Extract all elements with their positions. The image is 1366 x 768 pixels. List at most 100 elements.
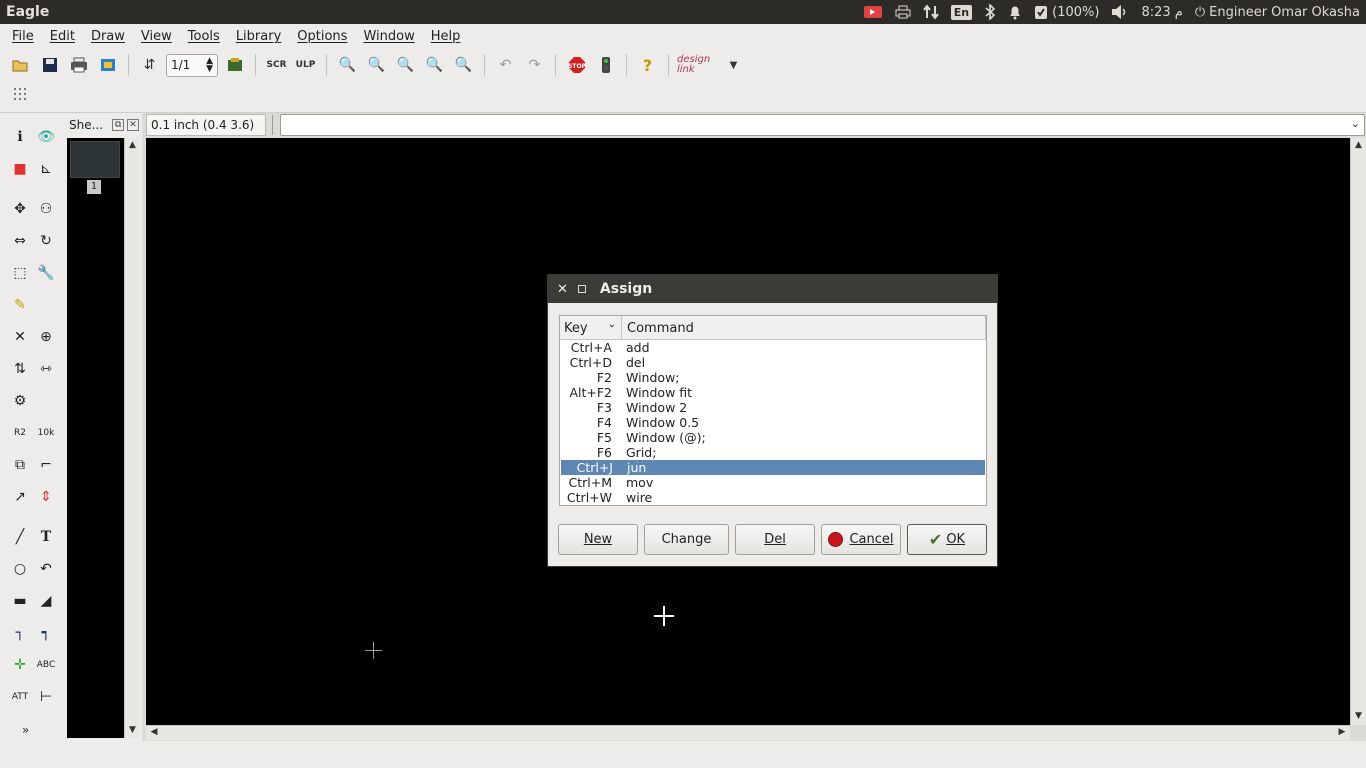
palette-expand-icon[interactable]: » bbox=[22, 723, 29, 737]
display-layers-icon[interactable]: ■ bbox=[8, 157, 32, 181]
junction-icon[interactable]: ✛ bbox=[8, 653, 32, 677]
split-icon[interactable]: ↗ bbox=[8, 485, 32, 509]
scroll-down-icon[interactable]: ▼ bbox=[1351, 711, 1366, 721]
zoom-redraw-icon[interactable]: 🔍 bbox=[422, 53, 447, 78]
network-icon[interactable] bbox=[922, 4, 939, 20]
maximize-icon[interactable] bbox=[577, 285, 586, 293]
change-icon[interactable]: 🔧 bbox=[34, 261, 58, 285]
scroll-up-icon[interactable]: ▲ bbox=[1351, 140, 1366, 150]
sheets-scrollbar[interactable]: ▲ ▼ bbox=[124, 138, 139, 738]
mirror-icon[interactable]: ⇔ bbox=[8, 229, 32, 253]
copy-icon[interactable]: ⚇ bbox=[34, 197, 58, 221]
polygon-icon[interactable]: ◢ bbox=[34, 589, 58, 613]
replace-icon[interactable]: ⇿ bbox=[34, 357, 58, 381]
zoom-out-icon[interactable]: 🔍 bbox=[393, 53, 418, 78]
page-up-down-icon[interactable]: ⇵ bbox=[137, 53, 162, 78]
command-line-input[interactable]: ⌄ bbox=[280, 114, 1365, 136]
zoom-fit-icon[interactable]: 🔍 bbox=[335, 53, 360, 78]
table-row[interactable]: Alt+F2 Window fit bbox=[560, 385, 986, 400]
bus-icon[interactable]: ┐ bbox=[8, 621, 32, 645]
spin-arrows-icon[interactable]: ▲ ▼ bbox=[206, 57, 213, 74]
chevron-down-icon[interactable]: ⌄ bbox=[1351, 117, 1360, 130]
add-icon[interactable]: ⊕ bbox=[34, 325, 58, 349]
go-icon[interactable] bbox=[593, 53, 618, 78]
notification-bell-icon[interactable] bbox=[1008, 4, 1022, 20]
move-icon[interactable]: ✥ bbox=[8, 197, 32, 221]
print-icon[interactable] bbox=[66, 53, 91, 78]
menu-edit[interactable]: Edit bbox=[44, 29, 81, 44]
close-icon[interactable]: ✕ bbox=[557, 282, 568, 297]
menu-file[interactable]: File bbox=[6, 29, 40, 44]
table-row[interactable]: Ctrl+D del bbox=[560, 355, 986, 370]
table-row[interactable]: F6 Grid; bbox=[560, 445, 986, 460]
scroll-right-icon[interactable]: ▶ bbox=[1336, 727, 1348, 737]
rotate-icon[interactable]: ↻ bbox=[34, 229, 58, 253]
ulp-icon[interactable]: ULP bbox=[293, 53, 318, 78]
del-button[interactable]: Del bbox=[735, 524, 815, 555]
name-icon[interactable]: R2 bbox=[8, 421, 32, 445]
menu-options[interactable]: Options bbox=[291, 29, 353, 44]
screen-recorder-icon[interactable] bbox=[863, 5, 883, 19]
keyboard-language[interactable]: En bbox=[950, 4, 973, 20]
session-menu[interactable]: ⏻ Engineer Omar Okasha bbox=[1195, 5, 1360, 20]
text-icon[interactable]: T bbox=[34, 525, 58, 549]
dropdown-arrow-icon[interactable]: ▼ bbox=[721, 53, 746, 78]
smash-icon[interactable]: ⧉ bbox=[8, 453, 32, 477]
printer-icon[interactable] bbox=[895, 5, 911, 19]
clock[interactable]: 8:23 م bbox=[1141, 5, 1182, 20]
volume-icon[interactable] bbox=[1111, 4, 1129, 20]
attribute-icon[interactable]: ATT bbox=[8, 685, 32, 709]
invoke-icon[interactable]: ⇕ bbox=[34, 485, 58, 509]
undo-icon[interactable]: ↶ bbox=[493, 53, 518, 78]
help-icon[interactable]: ? bbox=[635, 53, 660, 78]
delete-icon[interactable]: ✕ bbox=[8, 325, 32, 349]
design-link-logo[interactable]: design link bbox=[677, 55, 717, 75]
column-header-key[interactable]: Key ⌄ bbox=[560, 316, 622, 339]
group-icon[interactable]: ⬚ bbox=[8, 261, 32, 285]
table-row[interactable]: F2 Window; bbox=[560, 370, 986, 385]
table-row[interactable]: Ctrl+A add bbox=[560, 340, 986, 355]
table-row[interactable]: Ctrl+M mov bbox=[560, 475, 986, 490]
sheet-thumbnail[interactable] bbox=[70, 141, 120, 178]
net-icon[interactable]: ┑ bbox=[34, 621, 58, 645]
save-icon[interactable] bbox=[37, 53, 62, 78]
menu-help[interactable]: Help bbox=[425, 29, 467, 44]
mark-icon[interactable]: ⊾ bbox=[34, 157, 58, 181]
show-icon[interactable]: 👁 bbox=[34, 125, 58, 149]
table-row[interactable]: Ctrl+J jun bbox=[561, 460, 985, 475]
scroll-up-icon[interactable]: ▲ bbox=[125, 140, 140, 150]
pinswap-icon[interactable]: ⇅ bbox=[8, 357, 32, 381]
table-row[interactable]: F3 Window 2 bbox=[560, 400, 986, 415]
value-icon[interactable]: 10k bbox=[34, 421, 58, 445]
battery-icon[interactable]: (100%) bbox=[1034, 4, 1099, 20]
table-row[interactable]: Ctrl+W wire bbox=[560, 490, 986, 505]
zoom-in-icon[interactable]: 🔍 bbox=[364, 53, 389, 78]
menu-view[interactable]: View bbox=[135, 29, 178, 44]
script-icon[interactable]: SCR bbox=[264, 53, 289, 78]
change-button[interactable]: Change bbox=[644, 524, 729, 555]
sort-chevron-icon[interactable]: ⌄ bbox=[608, 319, 616, 330]
menu-tools[interactable]: Tools bbox=[182, 29, 226, 44]
info-icon[interactable]: ℹ bbox=[8, 125, 32, 149]
table-row[interactable]: F4 Window 0.5 bbox=[560, 415, 986, 430]
cancel-button[interactable]: Cancel bbox=[821, 524, 901, 555]
scroll-down-icon[interactable]: ▼ bbox=[125, 725, 140, 735]
rect-icon[interactable]: ▬ bbox=[8, 589, 32, 613]
miter-icon[interactable]: ⌐ bbox=[34, 453, 58, 477]
redo-icon[interactable]: ↷ bbox=[522, 53, 547, 78]
gateswap-icon[interactable]: ⚙ bbox=[8, 389, 32, 413]
ok-button[interactable]: ✔ OK bbox=[907, 524, 987, 555]
menu-library[interactable]: Library bbox=[230, 29, 287, 44]
dimension-icon[interactable]: ⊢ bbox=[34, 685, 58, 709]
table-row[interactable]: F5 Window (@); bbox=[560, 430, 986, 445]
canvas-vertical-scrollbar[interactable]: ▲ ▼ bbox=[1350, 138, 1366, 725]
open-icon[interactable] bbox=[8, 53, 33, 78]
menu-draw[interactable]: Draw bbox=[85, 29, 131, 44]
canvas-horizontal-scrollbar[interactable]: ◀ ▶ bbox=[146, 725, 1350, 740]
new-button[interactable]: New bbox=[558, 524, 638, 555]
paste-icon[interactable]: ✎ bbox=[8, 293, 32, 317]
cam-processor-icon[interactable] bbox=[95, 53, 120, 78]
board-switch-icon[interactable] bbox=[222, 53, 247, 78]
arc-icon[interactable]: ↶ bbox=[34, 557, 58, 581]
close-panel-icon[interactable]: ✕ bbox=[127, 119, 140, 131]
